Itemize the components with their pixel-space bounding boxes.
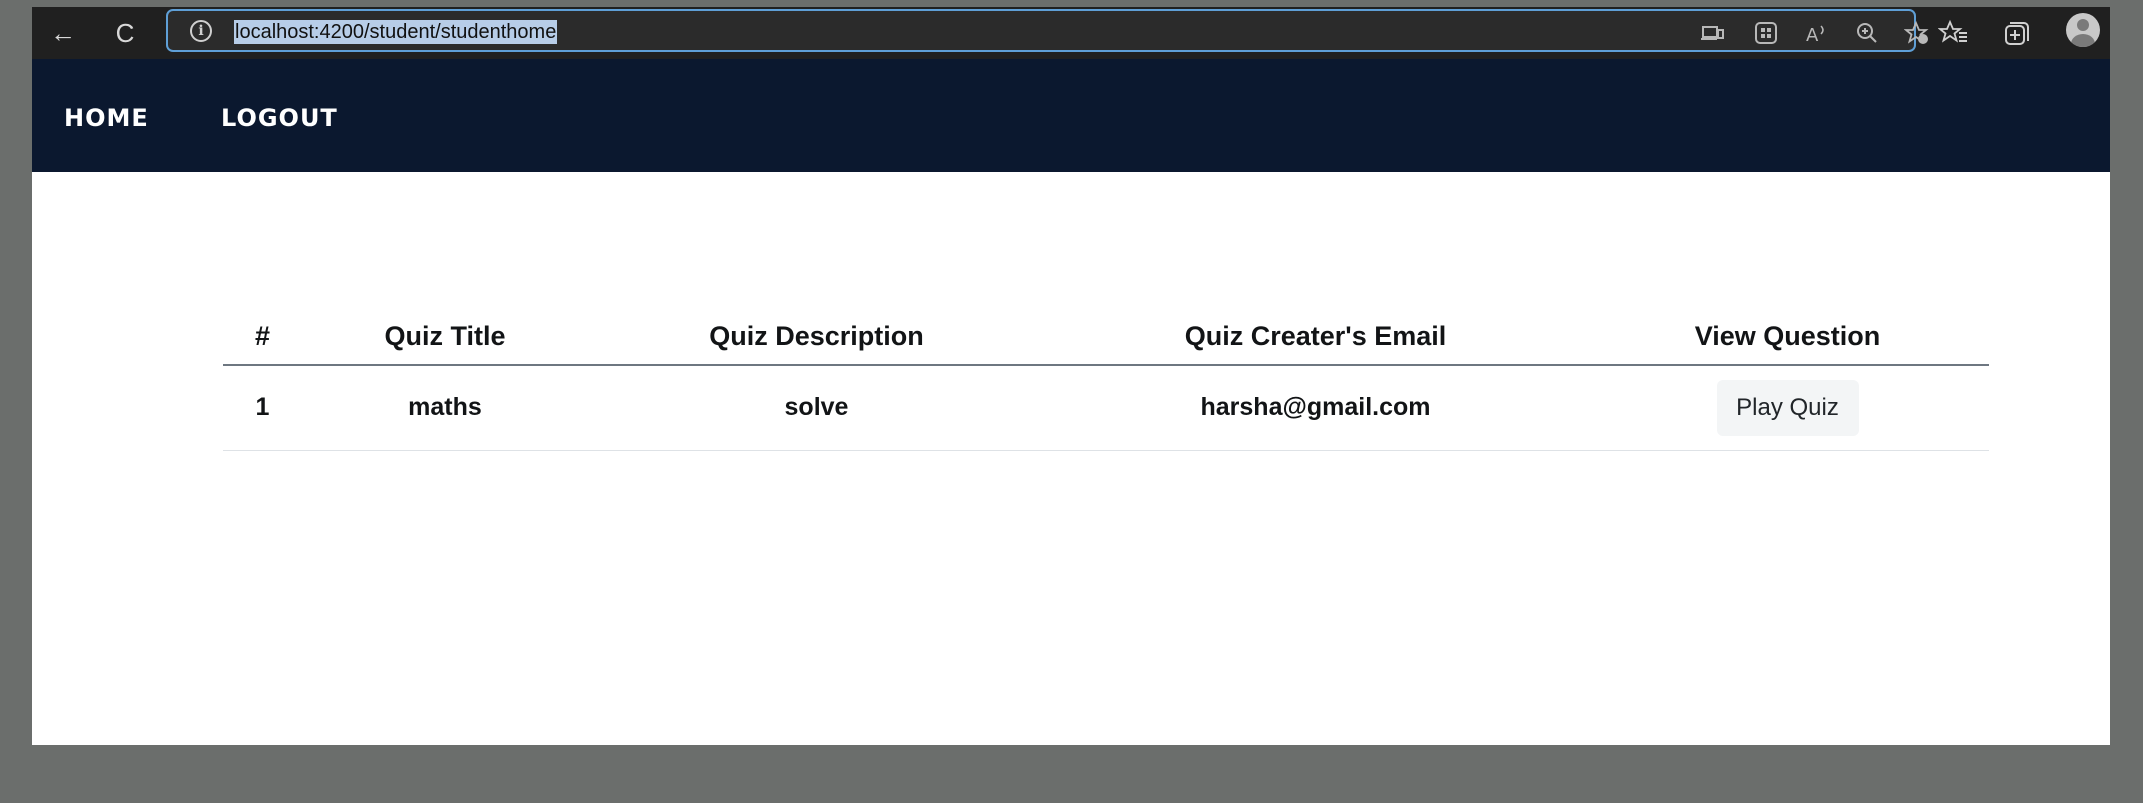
read-aloud-icon[interactable]: A (1804, 20, 1830, 46)
cell-action: Play Quiz (1586, 365, 1989, 451)
nav-logout-link[interactable]: LOGOUT (221, 104, 338, 132)
apps-icon[interactable] (1753, 20, 1779, 46)
nav-home-link[interactable]: HOME (64, 104, 149, 132)
refresh-icon[interactable]: C (108, 16, 142, 50)
cell-number: 1 (223, 365, 302, 451)
header-creator-email: Quiz Creater's Email (1045, 309, 1586, 366)
cell-quiz-description: solve (588, 365, 1045, 451)
svg-text:A: A (1806, 25, 1819, 46)
cell-creator-email: harsha@gmail.com (1045, 365, 1586, 451)
header-quiz-title: Quiz Title (302, 309, 588, 366)
play-quiz-button[interactable]: Play Quiz (1716, 379, 1859, 436)
table-row: 1 maths solve harsha@gmail.com Play Quiz (223, 365, 1989, 451)
address-bar[interactable]: i localhost:4200/student/studenthome A (166, 9, 1929, 52)
header-number: # (223, 309, 302, 366)
browser-toolbar: ← C i localhost:4200/student/studenthome… (32, 7, 2110, 59)
zoom-icon[interactable] (1854, 20, 1880, 46)
back-icon[interactable]: ← (46, 16, 80, 50)
site-info-icon[interactable]: i (190, 20, 212, 42)
quiz-table: # Quiz Title Quiz Description Quiz Creat… (223, 309, 1989, 451)
device-icon[interactable] (1700, 20, 1726, 46)
profile-icon[interactable] (2066, 13, 2100, 47)
app-navbar: HOME LOGOUT (32, 59, 2110, 172)
table-header-row: # Quiz Title Quiz Description Quiz Creat… (223, 309, 1989, 366)
collections-icon[interactable] (2000, 17, 2032, 49)
favorites-icon[interactable] (1937, 17, 1970, 49)
header-quiz-description: Quiz Description (588, 309, 1045, 366)
favorite-add-icon[interactable] (1903, 20, 1930, 46)
page-content: HOME LOGOUT # Quiz Title Quiz Descriptio… (32, 59, 2110, 745)
header-view-question: View Question (1586, 309, 1989, 366)
url-text[interactable]: localhost:4200/student/studenthome (234, 20, 558, 44)
cell-quiz-title: maths (302, 365, 588, 451)
